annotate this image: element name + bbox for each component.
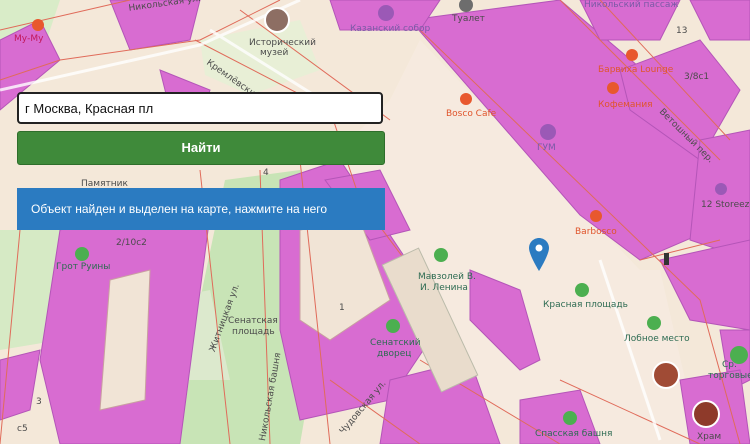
gum-label: ГУМ bbox=[537, 143, 556, 153]
senate-square-label-1: Сенатская bbox=[228, 316, 278, 326]
torgovye-label-2: торговые bbox=[708, 371, 750, 381]
torgovye-label-1: Ср. bbox=[722, 360, 737, 370]
building-number: 3/8с1 bbox=[684, 72, 710, 82]
barvikha-label: Барвиха Lounge bbox=[598, 65, 674, 75]
building-number: 2/10с2 bbox=[116, 238, 147, 248]
search-input[interactable] bbox=[17, 92, 383, 124]
mausoleum-label-2: И. Ленина bbox=[420, 283, 468, 293]
lounge-poi bbox=[626, 49, 638, 61]
khram-label: Храм bbox=[697, 432, 722, 442]
cafe-poi bbox=[460, 93, 472, 105]
building-number: 4 bbox=[263, 168, 269, 178]
museum-label-2: музей bbox=[260, 48, 289, 58]
kazan-label: Казанский собор bbox=[350, 24, 431, 34]
toilet-label: Туалет bbox=[452, 14, 485, 24]
senate-label-1: Сенатский bbox=[370, 338, 421, 348]
mumu-label: Му-Му bbox=[14, 34, 44, 44]
find-button[interactable]: Найти bbox=[17, 131, 385, 165]
kazan-poi bbox=[378, 5, 394, 21]
passage-label: Никольский пассаж bbox=[584, 0, 679, 10]
spasskaya-label: Спасская башня bbox=[535, 429, 613, 439]
senate-poi bbox=[386, 319, 400, 333]
church-poi bbox=[692, 400, 720, 428]
redsquare-poi bbox=[575, 283, 589, 297]
location-pin-icon[interactable] bbox=[529, 238, 549, 271]
storeez-label: 12 Storeez bbox=[701, 200, 750, 210]
coffeemania-label: Кофемания bbox=[598, 100, 653, 110]
building-number: с5 bbox=[17, 424, 28, 434]
mumu-poi bbox=[32, 19, 44, 31]
basil-poi bbox=[652, 361, 680, 389]
spasskaya-poi bbox=[563, 411, 577, 425]
gum-poi bbox=[540, 124, 556, 140]
museum-label-1: Исторический bbox=[249, 38, 316, 48]
bosco-label: Bosco Cafe bbox=[446, 109, 497, 119]
barbosco-poi bbox=[590, 210, 602, 222]
mausoleum-poi bbox=[434, 248, 448, 262]
senate-label-2: дворец bbox=[377, 349, 412, 359]
redsquare-label: Красная площадь bbox=[543, 300, 628, 310]
barbosco-label: Barbosco bbox=[575, 227, 617, 237]
lobnoe-poi bbox=[647, 316, 661, 330]
grot-label: Грот Руины bbox=[56, 262, 111, 272]
senate-square-label-2: площадь bbox=[232, 327, 275, 337]
building-number: 1 bbox=[339, 303, 345, 313]
lobnoe-label: Лобное место bbox=[624, 334, 690, 344]
building-number: 13 bbox=[676, 26, 688, 36]
result-notice: Объект найден и выделен на карте, нажмит… bbox=[17, 188, 385, 230]
building-number: 3 bbox=[36, 397, 42, 407]
mausoleum-label-1: Мавзолей В. bbox=[418, 272, 476, 282]
coffee-poi bbox=[607, 82, 619, 94]
grot-poi bbox=[75, 247, 89, 261]
museum-poi bbox=[264, 7, 290, 33]
storeez-poi bbox=[715, 183, 727, 195]
